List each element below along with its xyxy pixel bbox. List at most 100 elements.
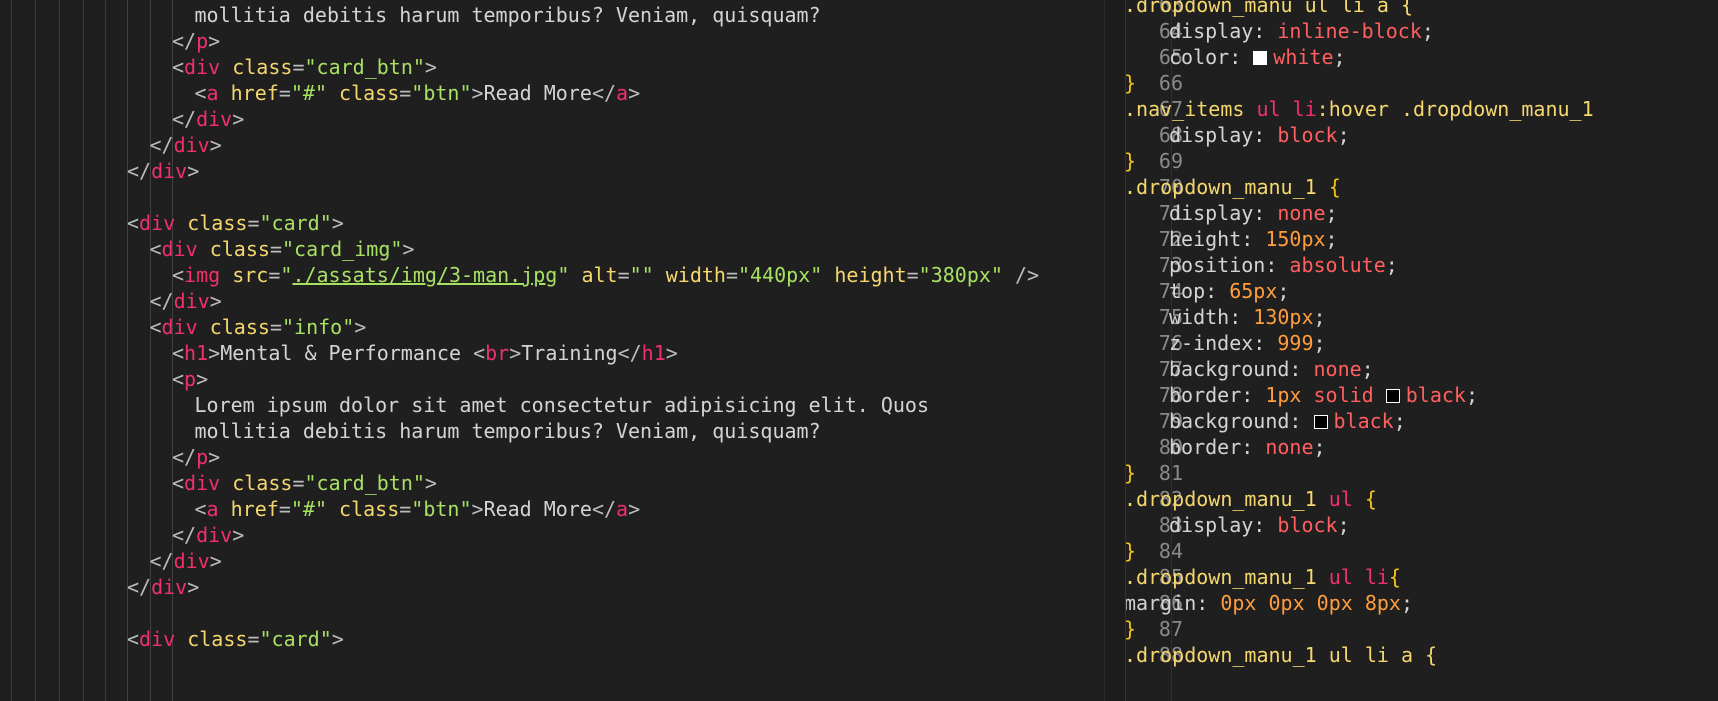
code-line[interactable]: display: block; [1169, 512, 1350, 538]
code-token: </ [149, 549, 174, 573]
code-line[interactable]: .dropdown_manu ul li a { [1126, 0, 1413, 18]
code-token: > [424, 55, 437, 79]
code-line[interactable]: display: inline-block; [1169, 18, 1434, 44]
code-line[interactable]: .dropdown_manu_1 { [1126, 174, 1341, 200]
color-swatch-black[interactable] [1385, 389, 1400, 403]
code-line[interactable]: mollitia debitis harum temporibus? Venia… [195, 2, 821, 28]
code-token: block [1277, 513, 1338, 537]
code-line[interactable]: .nav_items ul li:hover .dropdown_manu_1 [1126, 96, 1594, 122]
code-line[interactable]: z-index: 999; [1169, 330, 1326, 356]
code-token: class [187, 211, 248, 235]
code-line[interactable]: <img src="./assats/img/3-man.jpg" alt=""… [172, 262, 1039, 288]
code-line[interactable]: .dropdown_manu_1 ul li a { [1126, 642, 1437, 668]
code-token: .dropdown_manu_1 [1400, 97, 1594, 121]
code-token: h1 [641, 341, 666, 365]
code-line[interactable]: <div class="card_btn"> [172, 54, 437, 80]
code-token: 130px [1253, 305, 1314, 329]
color-swatch-black[interactable] [1313, 415, 1328, 429]
code-line[interactable]: height: 150px; [1169, 226, 1338, 252]
code-token: none [1313, 357, 1362, 381]
code-token: = [399, 81, 412, 105]
code-line[interactable]: </div> [172, 522, 244, 548]
code-token: "" [629, 263, 654, 287]
code-line[interactable]: background: none; [1169, 356, 1374, 382]
code-line[interactable]: Lorem ipsum dolor sit amet consectetur a… [195, 392, 930, 418]
code-line[interactable]: top: 65px; [1169, 278, 1289, 304]
code-line[interactable]: .dropdown_manu_1 ul li{ [1126, 564, 1401, 590]
code-token: = [725, 263, 739, 287]
code-line[interactable]: </p> [172, 28, 220, 54]
code-line[interactable]: .dropdown_manu_1 ul { [1126, 486, 1377, 512]
code-line[interactable]: </div> [172, 106, 244, 132]
color-swatch-white[interactable] [1253, 51, 1268, 65]
code-line[interactable]: } [1126, 70, 1136, 96]
code-token: ; [1337, 123, 1350, 147]
code-token: color: [1169, 45, 1254, 69]
html-editor-pane[interactable]: mollitia debitis harum temporibus? Venia… [0, 0, 1104, 701]
code-token: a [206, 497, 219, 521]
code-token: br [485, 341, 510, 365]
code-line[interactable]: </div> [127, 574, 199, 600]
code-token: "card_btn" [304, 471, 425, 495]
code-token: ; [1337, 513, 1350, 537]
code-token: div [184, 55, 221, 79]
code-token: </ [172, 29, 197, 53]
code-token: = [292, 471, 305, 495]
code-token: } [1126, 539, 1136, 563]
code-token: < [149, 237, 162, 261]
code-line[interactable]: <div class="card_btn"> [172, 470, 437, 496]
code-token: = [278, 497, 291, 521]
code-line[interactable]: } [1126, 148, 1136, 174]
code-token: Read More [483, 81, 592, 105]
split-divider[interactable] [1104, 0, 1126, 701]
code-line[interactable]: margin: 0px 0px 0px 8px; [1126, 590, 1413, 616]
code-token: "card" [259, 627, 332, 651]
code-token: display: [1169, 19, 1278, 43]
code-line[interactable]: } [1126, 538, 1136, 564]
code-line[interactable]: <div class="info"> [150, 314, 367, 340]
code-line[interactable]: position: absolute; [1169, 252, 1398, 278]
code-token: < [127, 627, 140, 651]
code-token: </ [149, 133, 174, 157]
code-token: div [161, 237, 198, 261]
code-token: class [209, 315, 270, 339]
code-line[interactable]: <div class="card"> [127, 210, 344, 236]
code-line[interactable]: display: block; [1169, 122, 1350, 148]
code-token: ; [1277, 279, 1290, 303]
code-line[interactable]: color: white; [1169, 44, 1346, 70]
code-line[interactable]: width: 130px; [1169, 304, 1326, 330]
code-token: top: [1169, 279, 1230, 303]
code-line[interactable]: border: none; [1169, 434, 1326, 460]
code-line[interactable]: </p> [172, 444, 220, 470]
code-line[interactable]: </div> [150, 132, 222, 158]
code-line[interactable]: background: black; [1169, 408, 1406, 434]
code-line[interactable]: </div> [127, 158, 199, 184]
css-editor-pane[interactable]: 63 .dropdown_manu ul li a {64 display: inl… [1126, 0, 1718, 701]
code-line[interactable]: display: none; [1169, 200, 1338, 226]
code-line[interactable]: } [1126, 616, 1136, 642]
code-token: width: [1169, 305, 1254, 329]
code-token: :hover [1316, 97, 1401, 121]
code-line[interactable]: <h1>Mental & Performance <br>Training</h… [172, 340, 678, 366]
code-line[interactable]: } [1126, 460, 1136, 486]
code-line[interactable]: mollitia debitis harum temporibus? Venia… [195, 418, 821, 444]
code-token: > [471, 81, 484, 105]
code-token: solid [1313, 383, 1386, 407]
code-token: ; [1333, 45, 1346, 69]
code-line[interactable]: <a href="#" class="btn">Read More</a> [195, 496, 641, 522]
code-token: Lorem ipsum dolor sit amet consectetur a… [194, 393, 930, 417]
code-line[interactable]: <a href="#" class="btn">Read More</a> [195, 80, 641, 106]
code-line[interactable]: </div> [150, 548, 222, 574]
code-line[interactable]: <p> [172, 366, 208, 392]
code-line[interactable]: </div> [150, 288, 222, 314]
code-line[interactable]: <div class="card"> [127, 626, 344, 652]
code-line[interactable]: <div class="card_img"> [150, 236, 415, 262]
code-token: > [209, 289, 222, 313]
code-line[interactable]: border: 1px solid black; [1169, 382, 1478, 408]
code-token: Read More [483, 497, 592, 521]
